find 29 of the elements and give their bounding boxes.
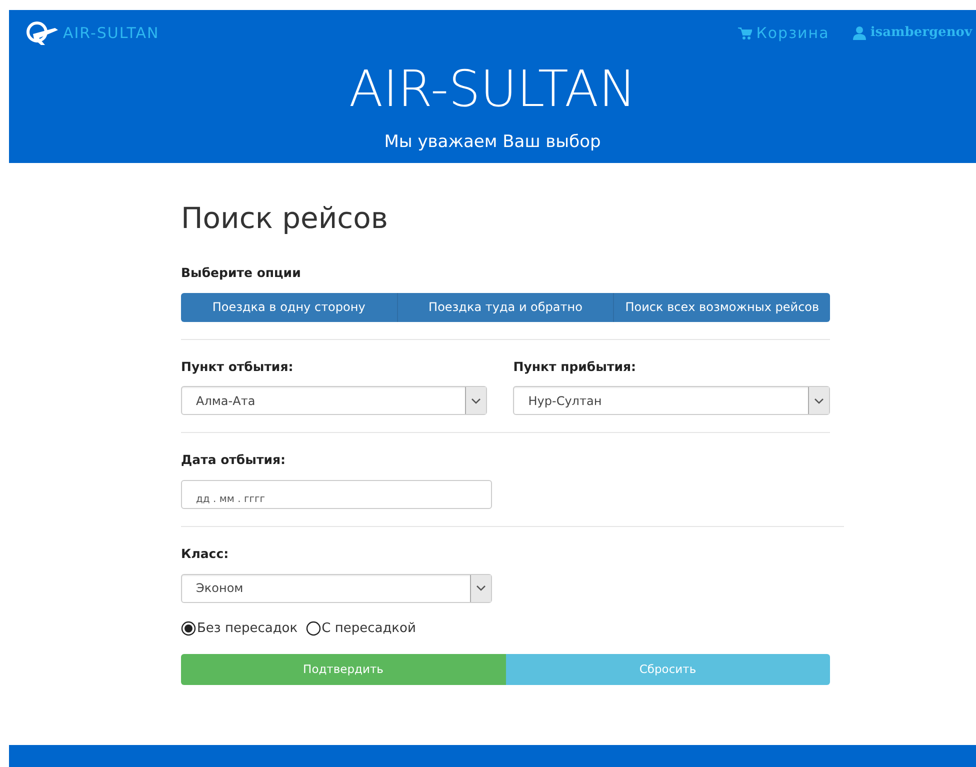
radio-option[interactable]: Без пересадок xyxy=(181,618,298,638)
option-button[interactable]: Поездка туда и обратно xyxy=(398,292,614,322)
globe-plane-logo-icon xyxy=(25,20,59,46)
radio-option[interactable]: С пересадкой xyxy=(306,618,416,638)
field-label: Класс: xyxy=(181,545,230,564)
chevron-down-icon xyxy=(476,585,486,592)
page-title: Поиск рейсов xyxy=(181,201,389,236)
options-label: Выберите опции xyxy=(181,264,302,282)
brand-name[interactable]: AIR-SULTAN xyxy=(63,22,160,44)
radio-button[interactable] xyxy=(181,621,196,636)
confirm-button[interactable]: Подтвердить xyxy=(181,654,506,686)
chevron-down-icon xyxy=(471,398,482,404)
hero-subtitle: Мы уважаем Ваш выбор xyxy=(383,131,602,154)
field-label: Дата отбытия: xyxy=(181,451,286,470)
date-input-field[interactable]: дд . мм . гггг xyxy=(181,480,492,510)
departure-dropdown[interactable]: Алма-Ата xyxy=(181,386,488,416)
user-link[interactable]: isambergenov xyxy=(870,23,972,43)
user-icon xyxy=(853,26,866,40)
class-dropdown[interactable]: Эконом xyxy=(181,574,492,603)
cart-link[interactable]: Корзина xyxy=(756,22,830,44)
chevron-down-icon xyxy=(814,398,824,404)
field-label: Пункт прибытия: xyxy=(513,358,637,376)
option-button[interactable]: Поездка в одну сторону xyxy=(181,292,398,322)
option-button[interactable]: Поиск всех возможных рейсов xyxy=(614,292,830,322)
hero-title: AIR-SULTAN xyxy=(348,64,638,114)
arrival-dropdown[interactable]: Нур-Султан xyxy=(513,386,830,416)
field-label: Пункт отбытия: xyxy=(181,358,294,376)
radio-button[interactable] xyxy=(306,621,321,636)
cart-icon xyxy=(738,26,752,40)
